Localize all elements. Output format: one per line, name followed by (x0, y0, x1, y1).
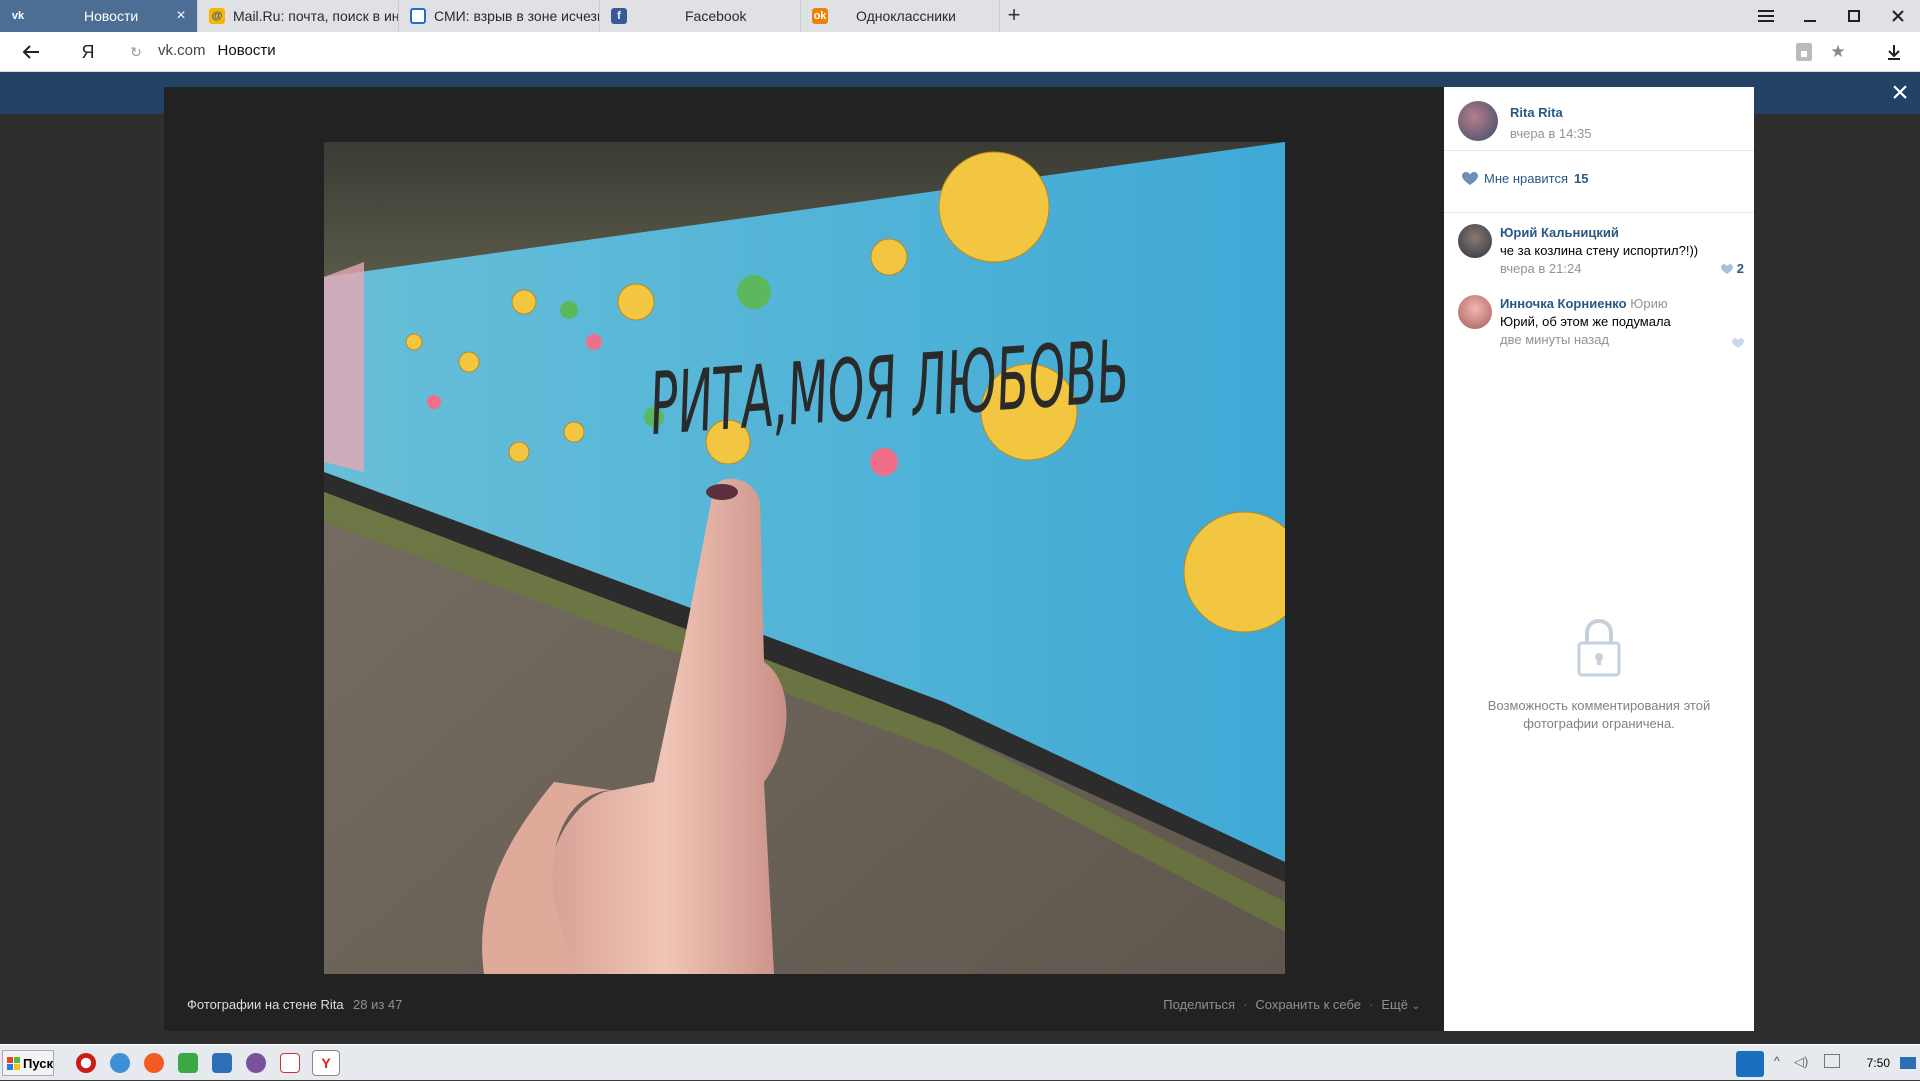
more-label: Ещё (1381, 997, 1408, 1012)
close-window-icon[interactable] (1876, 0, 1920, 32)
tab-title: Mail.Ru: почта, поиск в инте (233, 8, 398, 24)
viber-icon[interactable] (246, 1053, 266, 1073)
address-bar: Я ↻ vk.com Новости ★ (0, 32, 1920, 72)
tab-facebook[interactable]: f Facebook (601, 0, 801, 32)
comment-text: че за козлина стену испортил?!)) (1500, 243, 1699, 258)
mailru-icon: @ (209, 8, 225, 24)
yandex-browser-icon[interactable]: Y (312, 1050, 340, 1076)
avatar[interactable] (1458, 101, 1498, 141)
vk-icon: vk (11, 10, 25, 22)
divider (1444, 212, 1754, 213)
chevron-down-icon: ⌄ (1411, 1001, 1420, 1012)
comment-date[interactable]: две минуты назад (1500, 331, 1744, 349)
minimize-icon[interactable] (1788, 0, 1832, 32)
url-page-title: Новости (217, 42, 276, 59)
save-to-album-button[interactable]: Сохранить к себе (1255, 997, 1361, 1012)
browser-tab-bar: vk Новости × @ Mail.Ru: почта, поиск в и… (0, 0, 1920, 32)
yandex-logo-icon[interactable]: Я (78, 32, 98, 72)
separator-dot: · (1243, 997, 1248, 1012)
notification-icon[interactable] (1900, 1057, 1916, 1069)
opera-icon[interactable] (76, 1053, 96, 1073)
reply-to: Юрию (1630, 296, 1668, 311)
owner-block: Rita Rita вчера в 14:35 (1458, 101, 1591, 141)
divider (1444, 150, 1754, 151)
tray-arrow-icon[interactable]: ^ (1774, 1054, 1780, 1068)
volume-icon[interactable]: ◁) (1794, 1054, 1808, 1070)
download-icon[interactable] (1884, 32, 1904, 72)
reload-icon[interactable]: ↻ (126, 32, 146, 72)
comment-like-button[interactable] (1732, 338, 1744, 349)
lock-icon (1576, 618, 1622, 680)
like-button[interactable]: Мне нравится 15 (1462, 171, 1588, 186)
tab-smi[interactable]: СМИ: взрыв в зоне исчезн (400, 0, 600, 32)
comment-item: Юрий Кальницкий че за козлина стену испо… (1458, 224, 1744, 278)
photo-counter: 28 из 47 (353, 997, 403, 1012)
comment-text: Юрий, об этом же подумала (1500, 314, 1671, 329)
search-icon[interactable] (1736, 1051, 1764, 1077)
url-domain: vk.com (158, 42, 206, 59)
avatar[interactable] (1458, 295, 1492, 329)
facebook-icon: f (611, 8, 627, 24)
start-button[interactable]: Пуск (2, 1050, 54, 1076)
comments-restricted-text: Возможность комментирования этой фотогра… (1487, 698, 1711, 731)
back-arrow-icon[interactable] (16, 32, 46, 72)
more-button[interactable]: Ещё ⌄ (1381, 997, 1420, 1012)
tab-odnoklassniki[interactable]: ok Одноклассники (802, 0, 1000, 32)
tab-mailru[interactable]: @ Mail.Ru: почта, поиск в инте (199, 0, 399, 32)
album-link[interactable]: Фотографии на стене Rita (187, 997, 344, 1012)
network-icon[interactable] (1824, 1054, 1840, 1068)
close-viewer-icon[interactable]: × (1886, 78, 1914, 108)
system-tray: ^ ◁) 7:50 (1726, 1045, 1920, 1081)
comment-author[interactable]: Инночка Корниенко Юрию (1500, 295, 1744, 313)
windows-taskbar: Пуск Y ^ ◁) 7:50 (0, 1044, 1920, 1080)
owner-name[interactable]: Rita Rita (1510, 105, 1591, 120)
avatar[interactable] (1458, 224, 1492, 258)
news-icon (410, 8, 426, 24)
like-count: 15 (1574, 171, 1589, 186)
heart-icon (1462, 171, 1478, 185)
tab-novosti[interactable]: vk Новости × (0, 0, 198, 32)
start-label: Пуск (23, 1055, 53, 1071)
comment-like-count: 2 (1736, 261, 1744, 276)
comment-like-button[interactable]: 2 (1720, 260, 1744, 278)
comment-date[interactable]: вчера в 21:24 (1500, 260, 1744, 278)
bookmark-star-icon[interactable]: ★ (1828, 32, 1848, 72)
viewer-actions: Поделиться · Сохранить к себе · Ещё ⌄ (1163, 997, 1420, 1012)
windows-logo-icon (7, 1056, 20, 1070)
comment-item: Инночка Корниенко Юрию Юрий, об этом же … (1458, 295, 1744, 349)
media-player-icon[interactable] (144, 1053, 164, 1073)
google-drive-icon[interactable] (178, 1053, 198, 1073)
close-tab-icon[interactable]: × (171, 7, 191, 25)
photo-viewer: РИТА,МОЯ ЛЮБОВЬ Фотографии на стене Rita… (164, 87, 1444, 1031)
photo-image[interactable]: РИТА,МОЯ ЛЮБОВЬ (324, 142, 1285, 974)
heart-icon (1732, 338, 1744, 348)
browser-menu-icon[interactable] (1744, 0, 1788, 32)
clock[interactable]: 7:50 (1867, 1056, 1890, 1070)
maximize-icon[interactable] (1832, 0, 1876, 32)
lock-badge-icon[interactable] (1794, 32, 1814, 72)
odnoklassniki-icon: ok (812, 8, 828, 24)
comment-author[interactable]: Юрий Кальницкий (1500, 224, 1744, 242)
internet-explorer-icon[interactable] (110, 1053, 130, 1073)
new-tab-button[interactable]: + (1001, 4, 1027, 28)
heart-icon (1720, 263, 1733, 274)
home-folder-icon[interactable] (212, 1053, 232, 1073)
separator-dot: · (1369, 997, 1374, 1012)
share-button[interactable]: Поделиться (1163, 997, 1235, 1012)
like-label: Мне нравится (1484, 171, 1569, 186)
photo-info-panel: Rita Rita вчера в 14:35 Мне нравится 15 … (1444, 87, 1754, 1031)
tab-title: Одноклассники (856, 8, 957, 24)
viewer-footer: Фотографии на стене Rita 28 из 47 Подели… (164, 983, 1444, 1031)
tab-title: СМИ: взрыв в зоне исчезн (434, 8, 599, 24)
url-field[interactable]: vk.com Новости (158, 42, 276, 59)
yandex-app-icon[interactable] (280, 1053, 300, 1073)
post-time[interactable]: вчера в 14:35 (1510, 126, 1591, 141)
tab-title: Facebook (685, 8, 747, 24)
tab-title: Новости (84, 8, 139, 24)
